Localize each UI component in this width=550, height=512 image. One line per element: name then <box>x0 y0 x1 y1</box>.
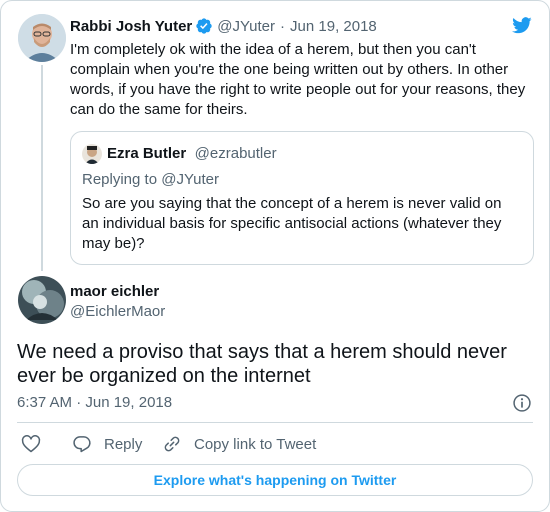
explore-twitter-button[interactable]: Explore what's happening on Twitter <box>17 464 533 496</box>
parent-author-name[interactable]: Rabbi Josh Yuter <box>70 18 192 35</box>
main-tweet-timestamp[interactable]: 6:37 AM · Jun 19, 2018 <box>17 394 172 411</box>
verified-badge-icon <box>195 17 213 35</box>
divider <box>17 422 533 423</box>
main-author-name[interactable]: maor eichler <box>70 283 159 300</box>
quoted-tweet-header: Ezra Butler @ezrabutler <box>107 145 277 163</box>
parent-author-avatar[interactable] <box>18 14 66 62</box>
main-author-handle[interactable]: @EichlerMaor <box>70 303 165 320</box>
reply-icon <box>72 434 104 454</box>
main-author-avatar[interactable] <box>18 276 66 324</box>
parent-tweet-date[interactable]: Jun 19, 2018 <box>290 18 377 35</box>
parent-tweet-text: I'm completely ok with the idea of a her… <box>70 41 526 118</box>
quoted-tweet-text: So are you saying that the concept of a … <box>82 195 502 252</box>
quoted-replying-to: Replying to @JYuter <box>82 171 219 188</box>
reply-label: Reply <box>104 435 143 453</box>
link-icon <box>162 434 194 454</box>
info-icon[interactable] <box>512 393 532 418</box>
parent-tweet-header: Rabbi Josh Yuter @JYuter · Jun 19, 2018 <box>70 17 377 35</box>
copy-link-label: Copy link to Tweet <box>194 435 317 453</box>
quoted-author-avatar <box>82 144 102 164</box>
main-tweet-text: We need a proviso that says that a herem… <box>17 341 507 387</box>
like-button[interactable] <box>21 434 53 454</box>
reply-button[interactable]: Reply <box>72 434 142 454</box>
heart-icon <box>21 434 53 454</box>
copy-link-button[interactable]: Copy link to Tweet <box>162 434 316 454</box>
quoted-tweet-card[interactable]: Ezra Butler @ezrabutler Replying to @JYu… <box>70 131 534 265</box>
quoted-author-handle: @ezrabutler <box>194 145 277 162</box>
quoted-author-name: Ezra Butler <box>107 145 187 162</box>
twitter-bird-icon[interactable] <box>511 15 533 40</box>
explore-label: Explore what's happening on Twitter <box>153 472 397 488</box>
tweet-embed-card: Rabbi Josh Yuter @JYuter · Jun 19, 2018 … <box>0 0 550 512</box>
parent-author-handle[interactable]: @JYuter <box>217 18 275 35</box>
thread-connector-line <box>41 65 43 271</box>
header-separator: · <box>280 17 286 35</box>
